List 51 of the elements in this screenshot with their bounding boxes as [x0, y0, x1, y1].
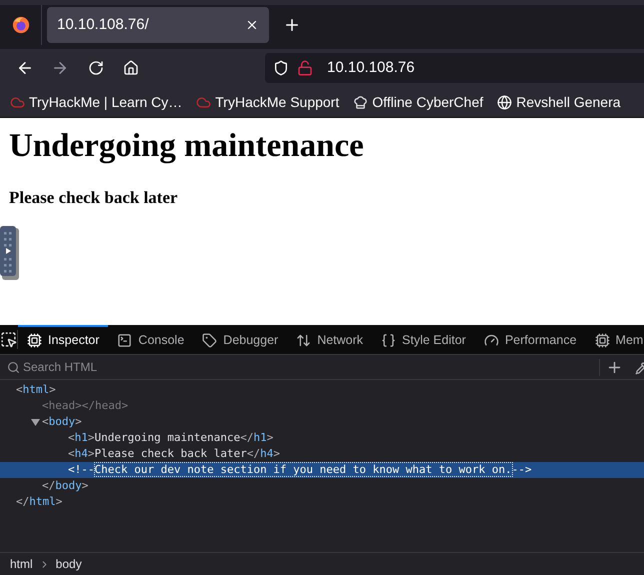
- address-bar[interactable]: 10.10.108.76: [265, 53, 644, 83]
- add-node-icon[interactable]: [599, 358, 623, 376]
- bookmark-item[interactable]: Revshell Genera: [497, 92, 621, 112]
- browser-logo-icon[interactable]: [12, 16, 30, 34]
- devtools-tab[interactable]: Network: [287, 325, 372, 354]
- globe-icon: [497, 94, 512, 110]
- gauge-icon: [484, 333, 499, 348]
- bookmark-item[interactable]: TryHackMe Support: [196, 92, 340, 112]
- new-tab-icon[interactable]: [283, 16, 301, 34]
- chip-icon: [27, 333, 42, 348]
- page-heading: Undergoing maintenance: [9, 127, 364, 166]
- breadcrumb-item[interactable]: body: [56, 555, 82, 573]
- devtools-tab[interactable]: Mem: [586, 325, 644, 354]
- insecure-lock-icon[interactable]: [297, 60, 313, 76]
- close-icon[interactable]: [245, 18, 259, 32]
- shield-icon[interactable]: [273, 60, 289, 76]
- devtools-tab[interactable]: Performance: [474, 325, 586, 354]
- cloud-icon: [196, 94, 212, 110]
- search-field[interactable]: Search HTML: [23, 358, 589, 376]
- markup-line[interactable]: <h4>Please check back later</h4>: [68, 446, 280, 462]
- arrows-icon: [296, 333, 312, 348]
- markup-line[interactable]: <html>: [16, 382, 56, 398]
- collapse-triangle-icon[interactable]: [31, 418, 40, 426]
- devtools-tab[interactable]: Debugger: [193, 325, 288, 354]
- url-text[interactable]: 10.10.108.76: [327, 56, 415, 80]
- breadcrumb-item[interactable]: html: [10, 555, 33, 573]
- side-panel-handle-icon[interactable]: [0, 226, 19, 280]
- markup-line[interactable]: <h1>Undergoing maintenance</h1>: [68, 430, 274, 446]
- reload-icon[interactable]: [88, 60, 104, 76]
- element-picker-icon[interactable]: [0, 331, 17, 348]
- markup-line[interactable]: </html>: [16, 494, 62, 510]
- chip-icon: [594, 333, 610, 348]
- chef-icon: [353, 94, 368, 110]
- bookmark-item[interactable]: TryHackMe | Learn Cy…: [10, 92, 182, 112]
- markup-line[interactable]: <head></head>: [42, 398, 128, 414]
- cloud-icon: [10, 94, 25, 110]
- devtools-tab[interactable]: Console: [108, 325, 194, 354]
- markup-line[interactable]: </body>: [42, 478, 88, 494]
- forward-icon[interactable]: [51, 59, 69, 77]
- search-icon: [7, 360, 20, 374]
- terminal-icon: [117, 333, 132, 348]
- braces-icon: [381, 333, 396, 348]
- bookmark-item[interactable]: Offline CyberChef: [353, 92, 484, 112]
- browser-tab[interactable]: 10.10.108.76/: [47, 7, 269, 43]
- devtools-tab[interactable]: Inspector: [18, 325, 108, 354]
- devtools-tab[interactable]: Style Editor: [372, 325, 475, 354]
- tag-icon: [202, 333, 218, 348]
- page-subheading: Please check back later: [9, 187, 178, 209]
- markup-line[interactable]: <body>: [42, 414, 82, 430]
- back-icon[interactable]: [16, 59, 34, 77]
- home-icon[interactable]: [123, 60, 139, 76]
